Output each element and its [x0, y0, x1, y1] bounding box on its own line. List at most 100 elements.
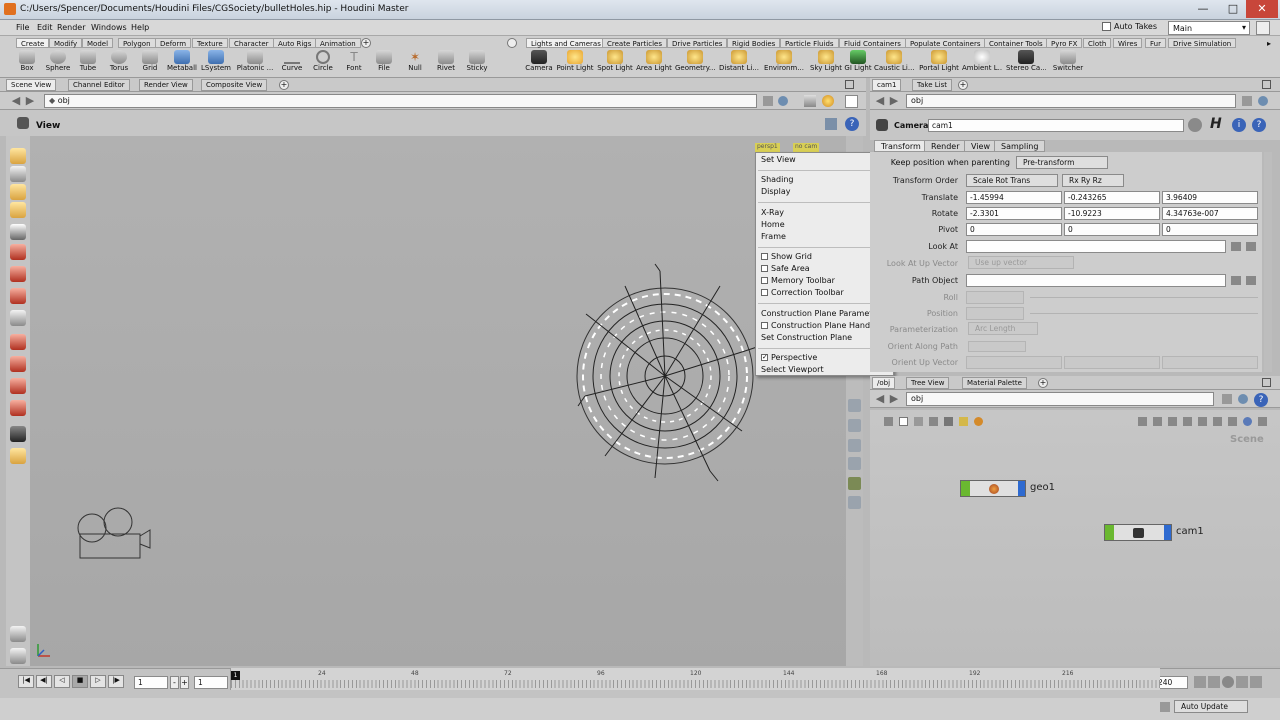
timeline-ruler[interactable]: 1 24 48 72 96 120 144 168 192 216: [230, 668, 1161, 690]
menu-item-construction-plane-handle[interactable]: Construction Plane Handle: [761, 321, 877, 330]
color-palette-icon[interactable]: [974, 417, 983, 426]
pin-icon[interactable]: [1222, 394, 1232, 404]
network-editor[interactable]: Scene geo1 cam1: [870, 410, 1280, 666]
note-icon[interactable]: [899, 417, 908, 426]
pin-icon[interactable]: [763, 96, 773, 106]
tab-material-palette[interactable]: Material Palette: [962, 377, 1027, 389]
tab-channel-editor[interactable]: Channel Editor: [68, 79, 130, 91]
shelf-tab-wires[interactable]: Wires: [1113, 38, 1143, 48]
frame-decrement-button[interactable]: -: [170, 676, 179, 689]
maximize-button[interactable]: □: [1218, 0, 1248, 18]
orient-up-z-field[interactable]: [1162, 356, 1258, 369]
link-icon[interactable]: [778, 96, 788, 106]
show-grid-checkbox[interactable]: [761, 253, 768, 260]
menu-item-memory-toolbar[interactable]: Memory Toolbar: [761, 276, 835, 285]
node-chooser-icon[interactable]: [1231, 242, 1241, 251]
transform-order-menu[interactable]: Scale Rot Trans: [966, 174, 1058, 187]
wireframe-icon[interactable]: [848, 439, 861, 452]
add-pane-tab-icon[interactable]: +: [958, 80, 968, 90]
help-icon[interactable]: ?: [845, 117, 859, 131]
shelf-tab-lights-and-cameras[interactable]: Lights and Cameras: [526, 38, 606, 48]
shelf-tab-model[interactable]: Model: [82, 38, 114, 48]
render-tool-icon[interactable]: [10, 626, 26, 642]
tool-point-light[interactable]: Point Light: [555, 50, 595, 76]
render-flag[interactable]: [1018, 481, 1025, 496]
jump-to-node-icon[interactable]: [1246, 276, 1256, 285]
list-icon[interactable]: [944, 417, 953, 426]
desktop-select[interactable]: Main ▾: [1168, 21, 1250, 35]
ptab-transform[interactable]: Transform: [874, 140, 928, 152]
tool-environment-light[interactable]: Environm...: [764, 50, 804, 76]
tab-tree-view[interactable]: Tree View: [906, 377, 950, 389]
node-name-field[interactable]: cam1: [928, 119, 1184, 132]
minimize-button[interactable]: —: [1188, 0, 1218, 18]
gear-icon[interactable]: [1188, 118, 1202, 132]
shelf-tab-fluid-containers[interactable]: Fluid Containers: [839, 38, 906, 48]
look-at-field[interactable]: [966, 240, 1226, 253]
shelf-scroll-right-icon[interactable]: ▸: [1267, 39, 1271, 48]
camera-tool-icon[interactable]: [10, 426, 26, 442]
scene-path-field[interactable]: ◆ obj: [44, 94, 757, 108]
back-arrow-icon[interactable]: ◀: [874, 393, 886, 405]
path-object-field[interactable]: [966, 274, 1226, 287]
display-flag-icon[interactable]: [1138, 417, 1147, 426]
parameterization-menu[interactable]: Arc Length: [968, 322, 1038, 335]
menu-item-shading[interactable]: Shading▸: [761, 175, 892, 184]
menu-edit[interactable]: Edit: [37, 23, 53, 32]
menu-item-display[interactable]: Display▸: [761, 187, 892, 196]
tool-caustic-light[interactable]: Caustic Li...: [874, 50, 914, 76]
background-icon[interactable]: [845, 95, 858, 108]
shelf-tab-drive-particles[interactable]: Drive Particles: [667, 38, 728, 48]
pivot-z-field[interactable]: 0: [1162, 223, 1258, 236]
ptab-view[interactable]: View: [964, 140, 997, 152]
menu-item-safe-area[interactable]: Safe Area: [761, 264, 810, 273]
safe-area-checkbox[interactable]: [761, 265, 768, 272]
auto-update-menu[interactable]: Auto Update: [1174, 700, 1248, 713]
node-cam1[interactable]: [1104, 524, 1172, 541]
maximize-pane-icon[interactable]: [1262, 378, 1271, 387]
handle-tool-icon[interactable]: [10, 202, 26, 218]
maximize-pane-icon[interactable]: [845, 80, 854, 89]
orient-up-x-field[interactable]: [966, 356, 1062, 369]
snap-icon[interactable]: [825, 118, 837, 130]
translate-z-field[interactable]: 3.96409: [1162, 191, 1258, 204]
light-tool-icon[interactable]: [10, 448, 26, 464]
start-frame-field[interactable]: 1: [194, 676, 228, 689]
deform-tool-icon[interactable]: [10, 378, 26, 394]
lattice-tool-icon[interactable]: [10, 400, 26, 416]
brush-tool-icon[interactable]: [10, 356, 26, 372]
transform-tool-icon[interactable]: [10, 310, 26, 326]
roll-slider[interactable]: [1030, 297, 1258, 298]
ptab-sampling[interactable]: Sampling: [994, 140, 1046, 152]
auto-takes-toggle[interactable]: Auto Takes: [1102, 22, 1157, 31]
menu-windows[interactable]: Windows: [91, 23, 127, 32]
pivot-y-field[interactable]: 0: [1064, 223, 1160, 236]
lighting-icon[interactable]: [822, 95, 834, 107]
play-icon[interactable]: ▷: [90, 675, 106, 688]
tool-platonic[interactable]: Platonic ...: [235, 50, 275, 76]
frame-increment-button[interactable]: +: [180, 676, 189, 689]
close-button[interactable]: ✕: [1246, 0, 1278, 18]
link-icon[interactable]: [1258, 96, 1268, 106]
forward-arrow-icon[interactable]: ▶: [24, 95, 36, 107]
menu-item-set-construction-plane[interactable]: Set Construction Plane▸: [761, 333, 892, 342]
shelf-tab-create-particles[interactable]: Create Particles: [602, 38, 667, 48]
roll-field[interactable]: [966, 291, 1024, 304]
tool-switcher[interactable]: Switcher: [1048, 50, 1088, 76]
dependency-icon[interactable]: [1183, 417, 1192, 426]
shelf-tab-fur[interactable]: Fur: [1145, 38, 1166, 48]
pivot-x-field[interactable]: 0: [966, 223, 1062, 236]
display-flag[interactable]: [1105, 525, 1114, 540]
shelf-tab-animation[interactable]: Animation: [315, 38, 361, 48]
tool-area-light[interactable]: Area Light: [634, 50, 674, 76]
rotate-tool-icon[interactable]: [10, 266, 26, 282]
tab-obj-network[interactable]: /obj: [872, 377, 896, 389]
ptab-render[interactable]: Render: [924, 140, 967, 152]
tool-sticky[interactable]: Sticky: [457, 50, 497, 76]
audio-icon[interactable]: [1208, 676, 1220, 688]
list-view-icon[interactable]: [1213, 417, 1222, 426]
current-frame-field[interactable]: 1: [134, 676, 168, 689]
pointer-tool-icon[interactable]: [10, 224, 26, 240]
help-icon[interactable]: ?: [1254, 393, 1268, 407]
tool-ambient-light[interactable]: Ambient L...: [962, 50, 1002, 76]
